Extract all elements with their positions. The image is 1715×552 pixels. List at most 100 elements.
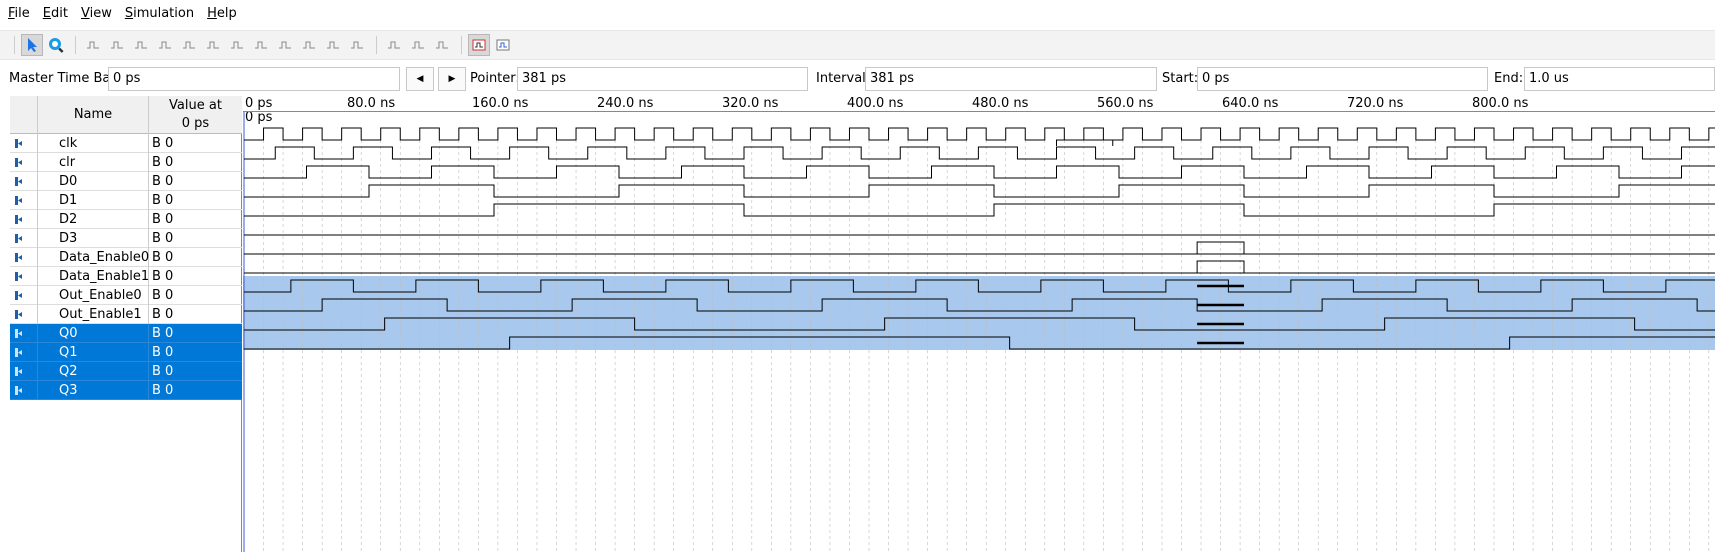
run-functional-simulation-icon[interactable] [468, 34, 490, 56]
toolbar-separator [376, 36, 377, 54]
pointer-label: Pointer: [470, 71, 520, 86]
input-pin-icon [10, 286, 38, 305]
time-tick-label: 80.0 ns [347, 96, 396, 111]
signal-row-out_enable0[interactable]: Out_Enable0 B 0 [10, 286, 242, 305]
toolbar-separator [75, 36, 76, 54]
time-tick-label: 800.0 ns [1472, 96, 1529, 111]
signal-name: D2 [38, 210, 149, 229]
signal-row-d2[interactable]: D2 B 0 [10, 210, 242, 229]
menu-view[interactable]: View [81, 6, 112, 21]
waveform-D0[interactable] [244, 165, 1715, 179]
waveform-clk[interactable] [244, 127, 1715, 141]
interval-label: Interval: [816, 71, 871, 86]
end-field[interactable]: 1.0 us [1524, 67, 1715, 91]
waveform-editor: Name Value at 0 ps clk B 0 clr B 0 D0 B 0 D1 B … [10, 96, 1715, 552]
clk-glitch [1056, 139, 1114, 146]
signal-row-d1[interactable]: D1 B 0 [10, 191, 242, 210]
waveform-canvas[interactable]: 0 ps [243, 112, 1715, 552]
zoom-tool-icon[interactable] [45, 34, 67, 56]
signal-row-data_enable0[interactable]: Data_Enable0 B 0 [10, 248, 242, 267]
run-timing-simulation-icon[interactable] [492, 34, 514, 56]
replace-icon[interactable] [431, 34, 453, 56]
clock-icon[interactable] [298, 34, 320, 56]
invert-icon[interactable] [250, 34, 272, 56]
master-time-bar-field[interactable]: 0 ps [108, 67, 400, 91]
signal-name: Data_Enable0 [38, 248, 149, 267]
toolbar-separator [461, 36, 462, 54]
signal-value: B 0 [152, 250, 174, 265]
signal-name: D0 [38, 172, 149, 191]
name-column-header[interactable]: Name [38, 96, 149, 134]
weak-low-icon[interactable] [178, 34, 200, 56]
waveform-panel[interactable]: 0 ps 80.0 ns 160.0 ns 240.0 ns 320.0 ns 400.0… [243, 96, 1715, 552]
signal-name: D3 [38, 229, 149, 248]
forcing-high-icon[interactable] [130, 34, 152, 56]
signal-value: B 0 [152, 136, 174, 151]
uninitialized-icon[interactable] [82, 34, 104, 56]
output-pin-icon [10, 362, 38, 381]
signal-row-d0[interactable]: D0 B 0 [10, 172, 242, 191]
signal-row-q2[interactable]: Q2 B 0 [10, 362, 242, 381]
pointer-field[interactable]: 381 ps [517, 67, 808, 91]
signal-table-header: Name Value at 0 ps [10, 96, 242, 134]
time-tick-label: 560.0 ns [1097, 96, 1154, 111]
arbitrary-value-icon[interactable] [322, 34, 344, 56]
signal-row-q3[interactable]: Q3 B 0 [10, 381, 242, 400]
menu-edit[interactable]: Edit [43, 6, 68, 21]
signal-value: B 0 [152, 326, 174, 341]
signal-row-q1[interactable]: Q1 B 0 [10, 343, 242, 362]
toolbar [0, 30, 1715, 60]
selection-tool-icon[interactable] [21, 34, 43, 56]
menu-simulation[interactable]: Simulation [125, 6, 194, 21]
end-label: End: [1494, 71, 1524, 86]
weak-high-icon[interactable] [202, 34, 224, 56]
signal-row-data_enable1[interactable]: Data_Enable1 B 0 [10, 267, 242, 286]
dont-care-icon[interactable] [226, 34, 248, 56]
start-field[interactable]: 0 ps [1197, 67, 1488, 91]
signal-row-d3[interactable]: D3 B 0 [10, 229, 242, 248]
signal-value: B 0 [152, 155, 174, 170]
time-tick-label: 720.0 ns [1347, 96, 1404, 111]
signal-value: B 0 [152, 269, 174, 284]
toolbar-grip [14, 36, 15, 54]
input-pin-icon [10, 210, 38, 229]
signal-row-clr[interactable]: clr B 0 [10, 153, 242, 172]
high-impedance-icon[interactable] [154, 34, 176, 56]
signal-row-q0[interactable]: Q0 B 0 [10, 324, 242, 343]
input-pin-icon [10, 267, 38, 286]
random-value-icon[interactable] [346, 34, 368, 56]
menu-file[interactable]: File [8, 6, 30, 21]
input-pin-icon [10, 229, 38, 248]
waveform-D1[interactable] [244, 184, 1715, 198]
find-icon[interactable] [407, 34, 429, 56]
time-tick-label: 320.0 ns [722, 96, 779, 111]
signal-name: Data_Enable1 [38, 267, 149, 286]
time-bar: Master Time Bar: 0 ps ◀ ▶ Pointer: 381 p… [0, 67, 1715, 91]
signal-value: B 0 [152, 174, 174, 189]
waveform-clr[interactable] [244, 146, 1715, 160]
next-transition-button[interactable]: ▶ [438, 67, 466, 91]
signal-value: B 0 [152, 364, 174, 379]
signal-row-out_enable1[interactable]: Out_Enable1 B 0 [10, 305, 242, 324]
interval-field[interactable]: 381 ps [865, 67, 1157, 91]
signal-name-panel: Name Value at 0 ps clk B 0 clr B 0 D0 B 0 D1 B … [10, 96, 242, 552]
waveform-D2[interactable] [244, 203, 1715, 217]
signal-name: Out_Enable1 [38, 305, 149, 324]
signal-value: B 0 [152, 307, 174, 322]
input-pin-icon [10, 153, 38, 172]
input-pin-icon [10, 134, 38, 153]
forcing-low-icon[interactable] [106, 34, 128, 56]
time-tick-label: 0 ps [245, 96, 273, 111]
output-pin-icon [10, 381, 38, 400]
previous-transition-button[interactable]: ◀ [406, 67, 434, 91]
time-tick-label: 480.0 ns [972, 96, 1029, 111]
master-time-bar-label: Master Time Bar: [9, 71, 120, 86]
menu-help[interactable]: Help [207, 6, 237, 21]
cursor-time-label: 0 ps [245, 112, 273, 125]
value-column-header[interactable]: Value at 0 ps [149, 96, 242, 134]
snap-to-transition-icon[interactable] [383, 34, 405, 56]
signal-value: B 0 [152, 231, 174, 246]
count-value-icon[interactable] [274, 34, 296, 56]
signal-row-clk[interactable]: clk B 0 [10, 134, 242, 153]
signal-value: B 0 [152, 193, 174, 208]
